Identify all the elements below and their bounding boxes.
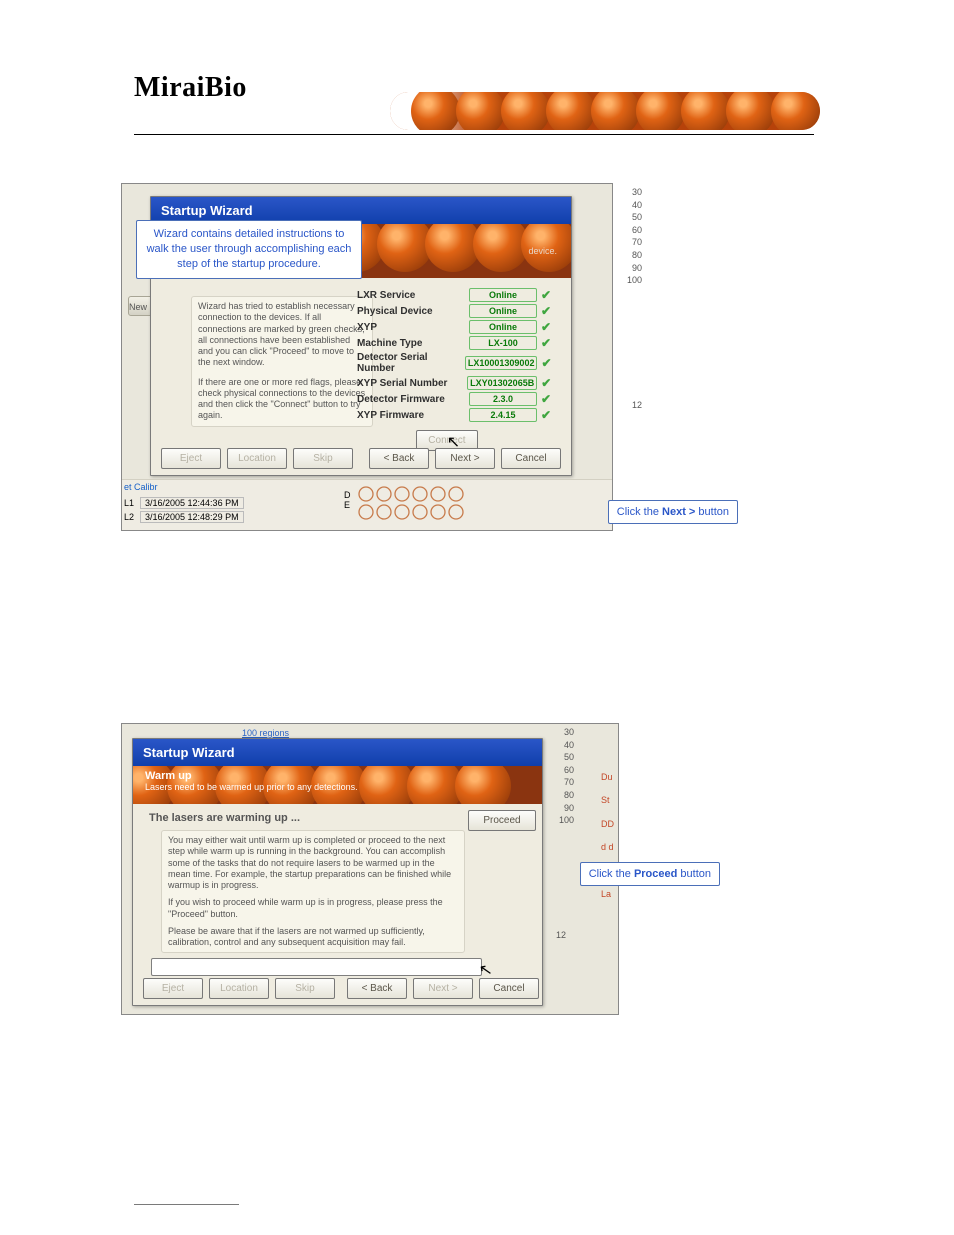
well-plate-icon: [356, 484, 556, 528]
next-button[interactable]: Next >: [435, 448, 495, 469]
table-row: Physical DeviceOnline✔: [357, 304, 553, 318]
skip-button[interactable]: Skip: [293, 448, 353, 469]
label-fragment: et Calibr: [124, 482, 158, 492]
table-row: LXR ServiceOnline✔: [357, 288, 553, 302]
scale-tick: 40: [618, 199, 642, 212]
scale-tick: 60: [618, 224, 642, 237]
scale-tick: 80: [618, 249, 642, 262]
check-icon: ✔: [541, 337, 553, 349]
row-label: L1: [124, 498, 136, 508]
timestamp: 3/16/2005 12:44:36 PM: [140, 497, 244, 509]
scale-tick: 100: [618, 274, 642, 287]
table-row: XYPOnline✔: [357, 320, 553, 334]
brand-logo: MiraiBio: [134, 72, 247, 104]
eject-button[interactable]: Eject: [143, 978, 203, 999]
timestamp: 3/16/2005 12:48:29 PM: [140, 511, 244, 523]
check-icon: ✔: [541, 289, 553, 301]
check-icon: ✔: [541, 393, 553, 405]
label-fragment: St: [601, 789, 614, 812]
scale-tick: 50: [618, 211, 642, 224]
brand-banner: [390, 92, 820, 130]
back-button[interactable]: < Back: [347, 978, 407, 999]
progress-bar: [151, 958, 482, 976]
label-fragment: 12: [632, 400, 642, 410]
location-button[interactable]: Location: [209, 978, 269, 999]
cancel-button[interactable]: Cancel: [501, 448, 561, 469]
check-icon: ✔: [541, 321, 553, 333]
wizard-title: Startup Wizard: [133, 739, 542, 766]
skip-button[interactable]: Skip: [275, 978, 335, 999]
scale-tick: 70: [618, 236, 642, 249]
scale-tick: 90: [550, 802, 574, 815]
page-header: MiraiBio: [0, 32, 954, 112]
callout-proceed: Click the Proceed button: [580, 862, 720, 886]
header-rule: [134, 134, 814, 135]
screenshot-1: 30 40 50 60 70 80 90 100 New Startup Wiz…: [122, 184, 612, 530]
table-row: Detector Serial NumberLX10001309002✔: [357, 352, 553, 374]
label-fragment: d d: [601, 836, 614, 859]
regions-link[interactable]: 100 regions: [242, 728, 289, 738]
screenshot-2: 30 40 50 60 70 80 90 100 12 Du St DD d d…: [122, 724, 618, 1014]
proceed-button[interactable]: Proceed: [468, 810, 536, 831]
location-button[interactable]: Location: [227, 448, 287, 469]
scale-tick: 50: [550, 751, 574, 764]
label-fragment: Du: [601, 766, 614, 789]
footer-rule: [134, 1204, 239, 1205]
row-label: E: [344, 500, 351, 510]
label-fragment: 12: [556, 930, 566, 940]
wizard-paragraph: Wizard has tried to establish necessary …: [198, 301, 366, 369]
section-subtitle: Lasers need to be warmed up prior to any…: [145, 782, 358, 792]
scale-tick: 80: [550, 789, 574, 802]
check-icon: ✔: [541, 409, 553, 421]
eject-button[interactable]: Eject: [161, 448, 221, 469]
back-button[interactable]: < Back: [369, 448, 429, 469]
scale-tick: 70: [550, 776, 574, 789]
wizard-paragraph: You may either wait until warm up is com…: [168, 835, 458, 891]
cancel-button[interactable]: Cancel: [479, 978, 539, 999]
callout-next: Click the Next > button: [608, 500, 738, 524]
row-label: D: [344, 490, 351, 500]
table-row: XYP Serial NumberLXY01302065B✔: [357, 376, 553, 390]
label-fragment: DD: [601, 813, 614, 836]
table-row: Detector Firmware2.3.0✔: [357, 392, 553, 406]
check-icon: ✔: [541, 305, 553, 317]
next-button[interactable]: Next >: [413, 978, 473, 999]
scale-tick: 60: [550, 764, 574, 777]
wizard-paragraph: Please be aware that if the lasers are n…: [168, 926, 458, 949]
wizard-button-bar: Eject Location Skip < Back Next > Cancel: [133, 978, 542, 999]
wizard-paragraph: If you wish to proceed while warm up is …: [168, 897, 458, 920]
startup-wizard-dialog: Startup Wizard Warm up Lasers need to be…: [132, 738, 543, 1006]
scale-tick: 90: [618, 262, 642, 275]
scale-tick: 40: [550, 739, 574, 752]
tooltip-instruction: Wizard contains detailed instructions to…: [136, 220, 362, 279]
section-title: Warm up: [145, 770, 358, 782]
wizard-paragraph: If there are one or more red flags, plea…: [198, 377, 366, 422]
label-fragment: La: [601, 883, 614, 906]
banner-tag: device.: [528, 246, 557, 256]
check-icon: ✔: [541, 357, 553, 369]
scale-tick: 30: [618, 186, 642, 199]
wizard-banner: Warm up Lasers need to be warmed up prio…: [133, 766, 542, 804]
scale-tick: 30: [550, 726, 574, 739]
table-row: XYP Firmware2.4.15✔: [357, 408, 553, 422]
row-label: L2: [124, 512, 136, 522]
table-row: Machine TypeLX-100✔: [357, 336, 553, 350]
wizard-button-bar: Eject Location Skip < Back Next > Cancel: [151, 448, 571, 469]
check-icon: ✔: [541, 377, 553, 389]
scale-tick: 100: [550, 814, 574, 827]
